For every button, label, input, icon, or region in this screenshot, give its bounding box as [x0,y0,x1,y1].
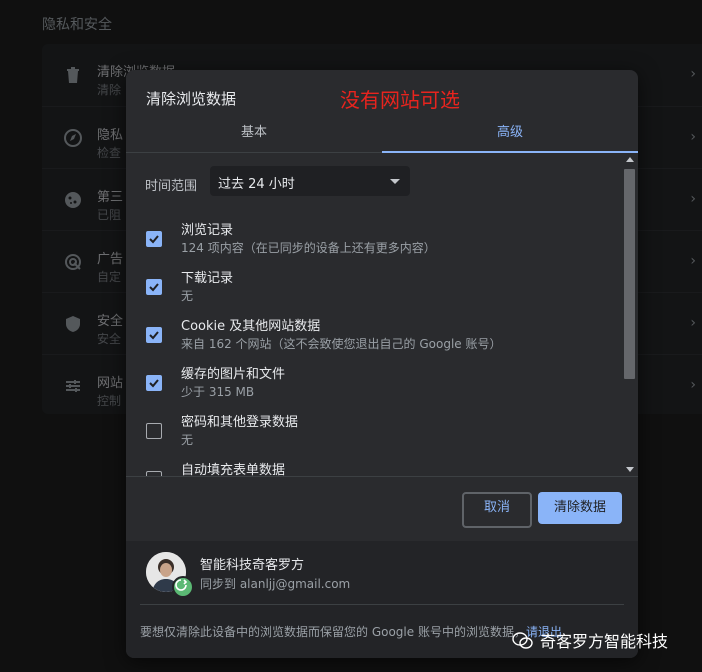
account-name: 智能科技奇客罗方 [200,558,305,573]
option-cached-images[interactable]: 缓存的图片和文件 少于 315 MB [126,363,622,411]
scrollbar-thumb[interactable] [624,169,635,379]
option-sub: 无 [181,433,194,447]
option-sub: 无 [181,289,194,303]
option-label: 自动填充表单数据 [181,463,286,476]
watermark-text: 奇客罗方智能科技 [540,632,669,651]
clear-browsing-data-dialog: 清除浏览数据 没有网站可选 基本 高级 时间范围 过去 24 小时 浏览记录 1… [126,70,638,658]
option-label: 下载记录 [181,271,234,286]
time-range-select[interactable]: 过去 24 小时 [210,166,410,196]
tab-advanced[interactable]: 高级 [382,114,638,153]
wechat-watermark: 奇客罗方智能科技 [512,628,668,654]
dialog-tabs: 基本 高级 [126,114,638,153]
divider [126,476,638,477]
option-sub: 少于 315 MB [181,385,255,399]
divider [140,604,624,605]
option-label: 缓存的图片和文件 [181,367,286,382]
checkbox-checked[interactable] [146,375,162,391]
time-range-label: 时间范围 [145,179,198,194]
sync-icon [172,576,194,598]
option-label: Cookie 及其他网站数据 [181,319,321,334]
scrollbar[interactable] [622,153,638,476]
option-label: 密码和其他登录数据 [181,415,299,430]
option-autofill[interactable]: 自动填充表单数据 [126,459,622,476]
cancel-button[interactable]: 取消 [462,492,532,528]
checkbox-checked[interactable] [146,327,162,343]
option-label: 浏览记录 [181,223,234,238]
dialog-title: 清除浏览数据 [146,90,237,108]
scroll-up-arrow-icon[interactable] [626,157,634,162]
red-annotation: 没有网站可选 [340,88,460,112]
option-cookies[interactable]: Cookie 及其他网站数据 来自 162 个网站（这不会致使您退出自己的 Go… [126,315,622,363]
option-sub: 来自 162 个网站（这不会致使您退出自己的 Google 账号） [181,337,502,351]
account-email: 同步到 alanljj@gmail.com [200,577,351,591]
option-download-history[interactable]: 下载记录 无 [126,267,622,315]
checkbox-unchecked[interactable] [146,423,162,439]
scroll-down-arrow-icon[interactable] [626,467,634,472]
clear-data-button[interactable]: 清除数据 [538,492,622,524]
dropdown-arrow-icon [390,179,400,184]
wechat-icon [512,631,534,654]
time-range-value: 过去 24 小时 [218,177,295,192]
option-passwords[interactable]: 密码和其他登录数据 无 [126,411,622,459]
checkbox-checked[interactable] [146,279,162,295]
option-sub: 124 项内容（在已同步的设备上还有更多内容） [181,241,436,255]
account-note: 要想仅清除此设备中的浏览数据而保留您的 Google 账号中的浏览数据，请退出 [140,623,562,640]
checkbox-checked[interactable] [146,231,162,247]
tab-basic[interactable]: 基本 [126,114,382,152]
option-browsing-history[interactable]: 浏览记录 124 项内容（在已同步的设备上还有更多内容） [126,219,622,267]
options-scroll-area: 时间范围 过去 24 小时 浏览记录 124 项内容（在已同步的设备上还有更多内… [126,153,638,476]
account-note-text: 要想仅清除此设备中的浏览数据而保留您的 Google 账号中的浏览数据， [140,625,526,639]
